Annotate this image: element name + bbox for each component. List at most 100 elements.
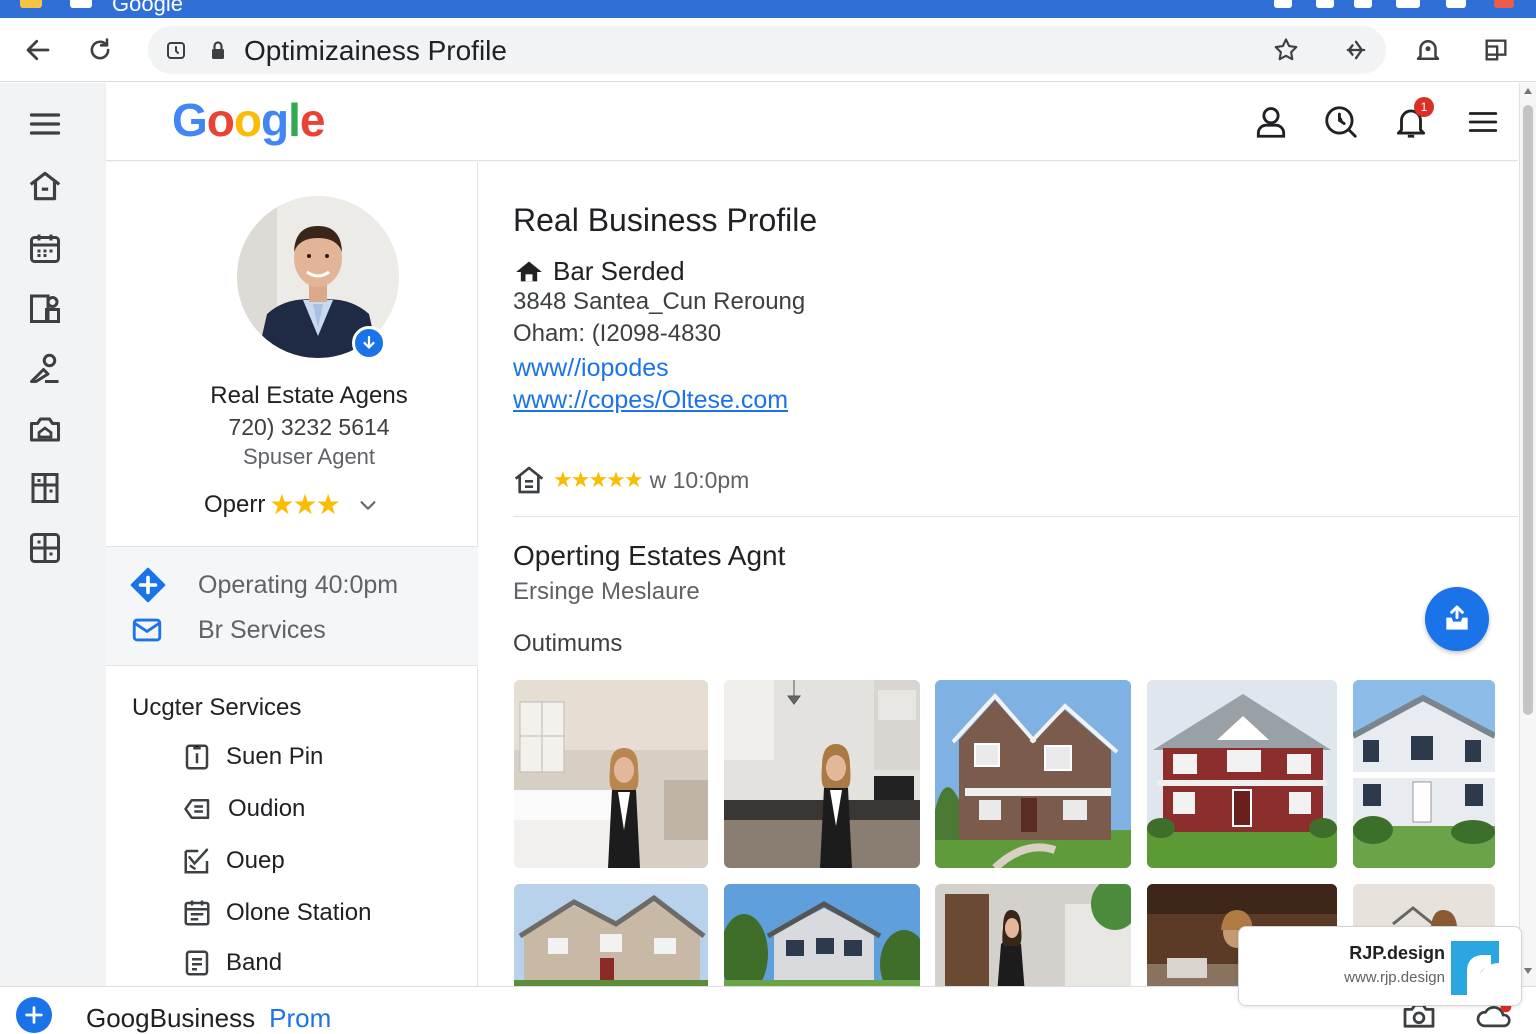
photo-house-grey[interactable] [724,884,920,994]
edit-user-icon [30,353,59,383]
scroll-thumb[interactable] [1523,105,1533,715]
bottom-label: GoogBusiness [86,1003,256,1033]
service-label: Oudion [228,795,306,822]
rail-grid[interactable] [24,527,66,569]
more-menu-button[interactable] [1462,101,1504,143]
rating-stars: ★★★ [269,489,340,520]
open-label: Operr [204,490,266,518]
rail-calendar[interactable] [24,227,66,269]
business-profile-main: Real Business Profile Bar Serded 3848 Sa… [479,162,1518,994]
watermark-name: RJP.design [1349,943,1445,963]
service-label: Ouep [226,847,285,874]
account-button[interactable] [1250,101,1292,143]
photo-house-brown[interactable] [935,680,1131,868]
scroll-up-icon[interactable] [1523,87,1533,95]
rjp-logo-icon [1451,941,1499,995]
photos-label: Outimums [513,630,623,657]
calendar-grid-icon [184,900,210,926]
chevron-down-icon [360,500,376,510]
contacts-icon [30,294,60,323]
system-icon [1354,0,1372,8]
services-title: Ucgter Services [132,694,302,721]
open-status[interactable]: Operr ★★★ [204,488,379,521]
mail-icon [132,618,162,642]
calendar-icon [30,234,60,263]
reload-button[interactable] [80,30,120,70]
address-bar[interactable]: Optimizainess Profile [148,26,1386,74]
clock-search-icon [1325,106,1357,138]
history-button[interactable] [1320,101,1362,143]
agent-phone[interactable]: 720) 3232 5614 [106,414,512,441]
business-name: Bar Serded [553,256,685,286]
hamburger-icon [1468,112,1498,132]
info-box-icon [185,744,209,770]
system-icon [1316,0,1334,8]
hours-row[interactable]: Operating 40:0pm [130,567,398,603]
rail-edit-profile[interactable] [24,347,66,389]
rail-camera[interactable] [24,407,66,449]
photo-house-white[interactable] [1353,680,1495,868]
alerts-button[interactable] [1408,30,1448,70]
divider [513,516,1518,517]
rjp-design-watermark: RJP.design www.rjp.design [1238,926,1522,1006]
bookmark-star-icon[interactable] [1272,36,1300,64]
house-photo [935,680,1131,868]
menu-panel-button[interactable] [1476,30,1516,70]
rail-home[interactable] [24,165,66,207]
rail-contacts[interactable] [24,287,66,329]
plus-icon [25,1006,43,1024]
service-item[interactable]: Olone Station [182,898,371,928]
website-link[interactable]: www//iopodes [513,354,669,383]
arrow-down-icon [363,335,375,349]
hours-text: Operating 40:0pm [198,570,399,599]
hamburger-icon [29,113,61,135]
service-item[interactable]: Band [182,948,282,978]
download-badge[interactable] [352,326,386,360]
menu-button[interactable] [24,103,66,145]
rail-dashboard[interactable] [24,467,66,509]
rating-row: ★★★★★ w 10:0pm [513,464,749,496]
service-item[interactable]: Oudion [182,794,305,824]
promo-link[interactable]: Prom [269,1003,331,1033]
lock-icon [212,41,224,59]
business-phone[interactable]: Oham: (I2098-4830 [513,320,721,348]
url-text[interactable]: Optimizainess Profile [244,35,507,67]
photo-kitchen-agent[interactable] [724,680,920,868]
add-button[interactable] [16,997,52,1033]
system-icon [1494,0,1514,8]
browser-toolbar: Optimizainess Profile [0,18,1536,82]
back-arrow-icon [26,39,50,61]
home-icon [29,171,61,201]
business-title: Real Business Profile [513,202,818,238]
service-item[interactable]: Suen Pin [182,742,323,772]
back-button[interactable] [18,30,58,70]
photo-bedroom-agent[interactable] [514,680,708,868]
app-header: Google 1 [106,83,1518,161]
photo-entry-agent[interactable] [935,884,1131,994]
service-item[interactable]: Ouep [182,846,285,876]
upload-photo-fab[interactable] [1425,587,1489,651]
photo-house-red[interactable] [1147,680,1337,868]
extensions-icon[interactable] [1342,36,1370,64]
kitchen-photo [724,680,920,868]
user-icon [1256,107,1286,138]
photo-house-tan[interactable] [514,884,708,994]
notifications-button[interactable]: 1 [1390,97,1434,143]
website-link[interactable]: www://copes/Oltese.com [513,386,788,415]
notification-badge: 1 [1414,97,1434,117]
site-info-icon[interactable] [164,38,188,62]
system-icon [1446,0,1466,8]
plus-diamond-icon [130,567,166,603]
google-logo[interactable]: Google [172,93,325,147]
house-photo [1353,680,1495,868]
services-row[interactable]: Br Services [130,613,326,647]
agent-name: Real Estate Agens [210,382,408,409]
browser-tab-title[interactable]: Google [112,0,183,17]
vertical-scrollbar[interactable] [1519,83,1536,986]
dashboard-icon [31,473,59,503]
home-roof-icon [516,261,542,281]
chat-bubble-icon [184,799,210,819]
rating-hours: w 10:0pm [649,466,750,493]
scroll-down-icon[interactable] [1523,967,1533,975]
reload-icon [90,38,110,60]
